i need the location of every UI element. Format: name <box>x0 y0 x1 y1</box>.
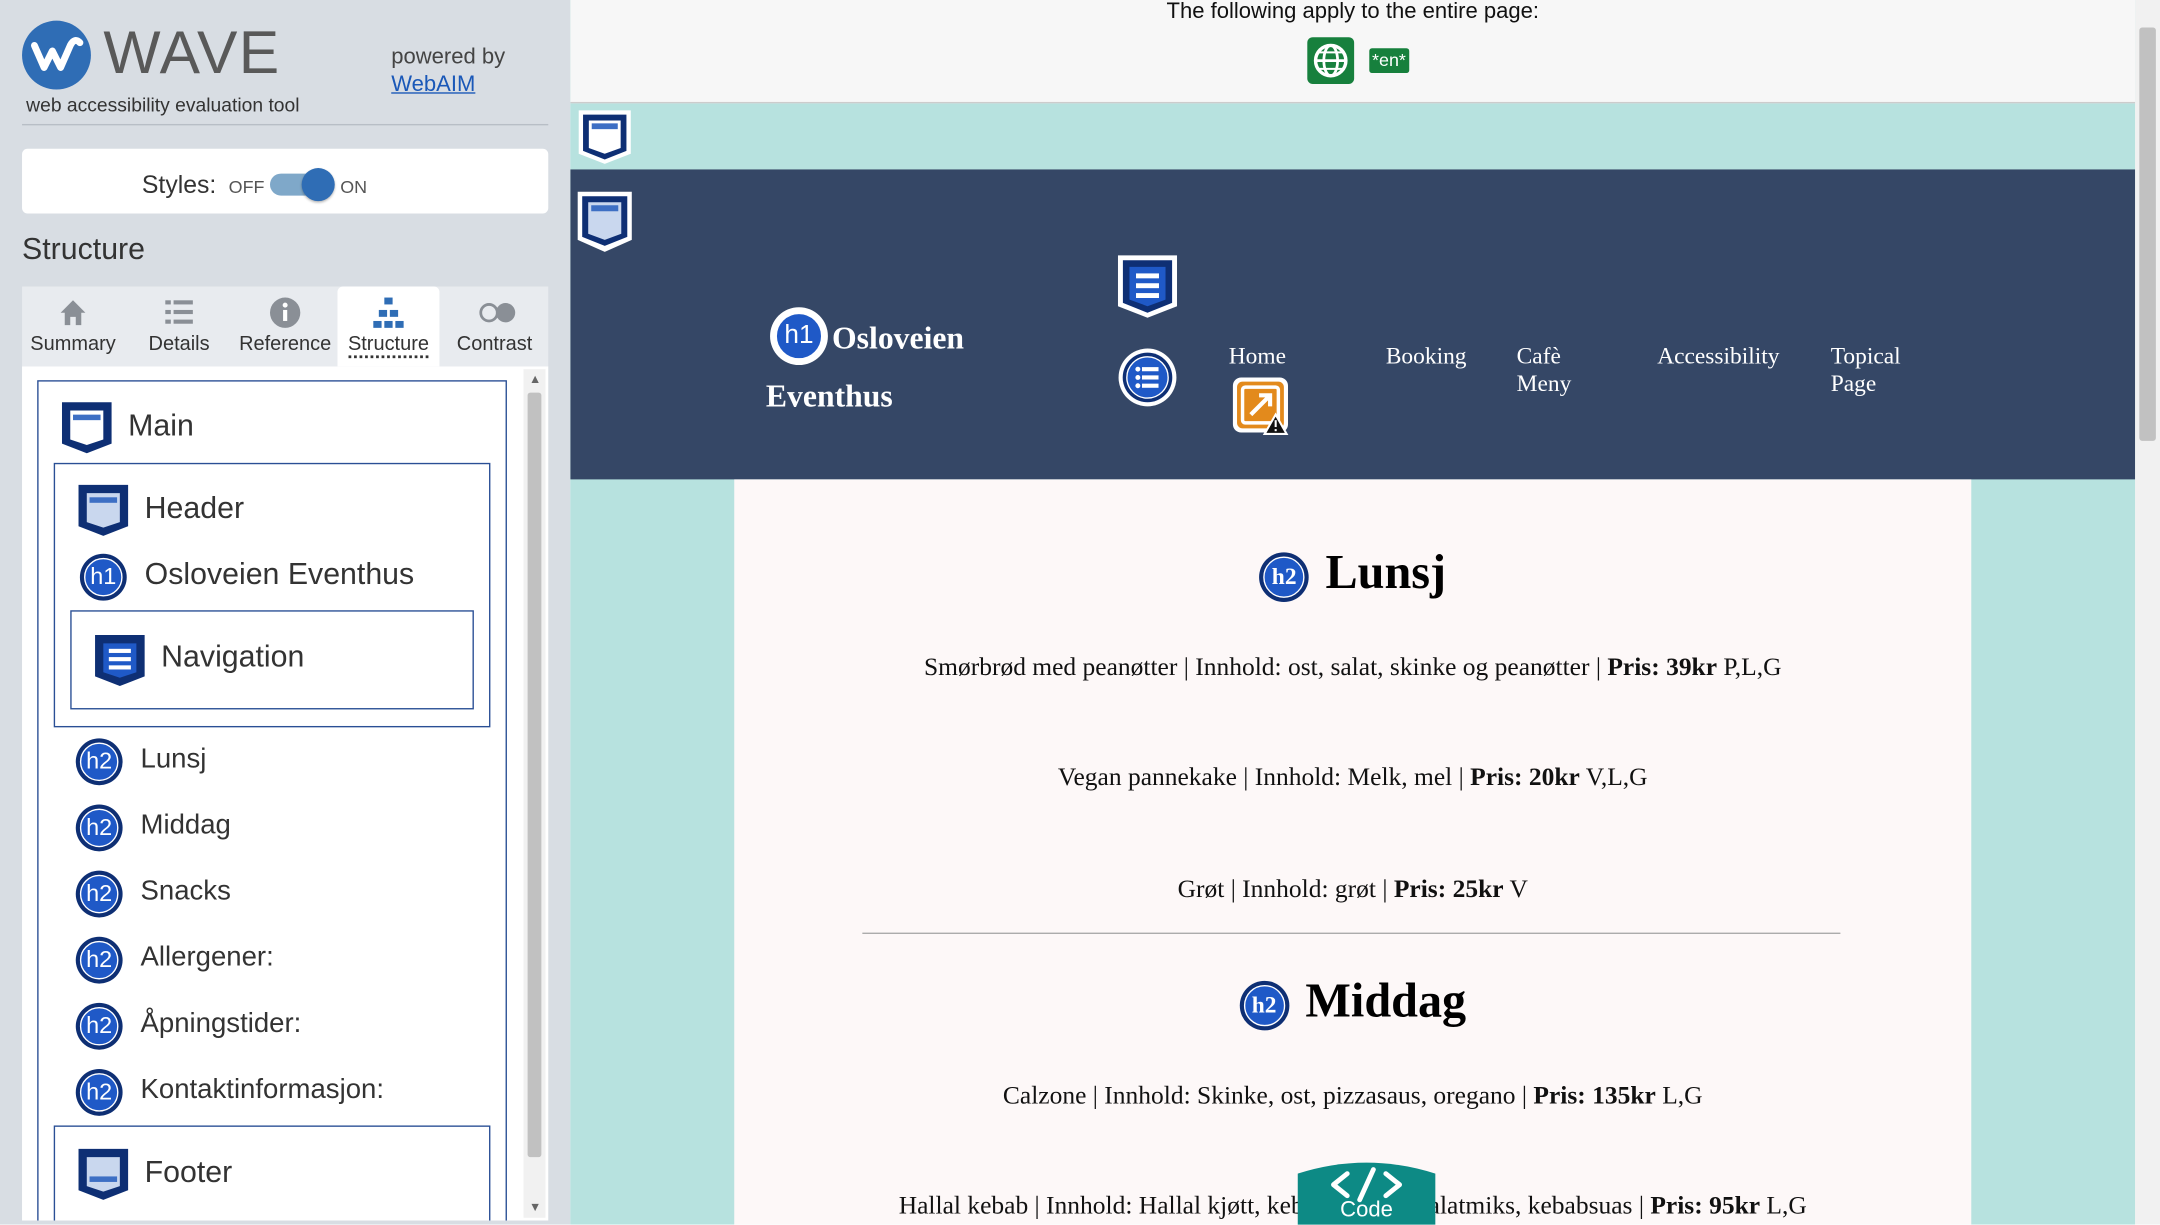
section-heading-middag: h2 Middag <box>734 973 1971 1031</box>
main-landmark-icon[interactable] <box>576 107 634 165</box>
h2-item[interactable]: Åpningstider: <box>141 1008 302 1040</box>
nav-topical-page[interactable]: Topical Page <box>1831 343 1901 398</box>
nav-topical-line-1: Topical <box>1830 343 1901 370</box>
h2-icon: h2 <box>75 804 123 852</box>
globe-icon[interactable] <box>1307 37 1355 85</box>
nav-topical-line-2: Page <box>1830 370 1877 397</box>
page-wide-text: The following apply to the entire page: <box>1166 0 1540 24</box>
h2-item[interactable]: Middag <box>141 810 231 842</box>
tab-label: Structure <box>347 333 429 359</box>
code-button-label: Code <box>1340 1198 1393 1222</box>
section-heading-lunsj: h2 Lunsj <box>734 546 1971 602</box>
footer-landmark-icon <box>78 1148 129 1200</box>
list-icon[interactable] <box>1118 348 1177 407</box>
footer-label: Footer <box>144 1154 233 1189</box>
section-title: Lunsj <box>1325 545 1447 600</box>
h2-icon: h2 <box>75 1068 123 1116</box>
nav-booking[interactable]: Booking <box>1386 343 1467 371</box>
h2-icon: h2 <box>75 1002 123 1050</box>
page-scrollbar-thumb[interactable] <box>2139 27 2156 441</box>
wave-logo-icon <box>22 20 91 90</box>
styles-toggle-panel: Styles: OFF ON <box>22 148 549 214</box>
h2-icon: h2 <box>75 870 123 918</box>
styles-label: Styles: <box>141 170 217 199</box>
main-landmark-icon <box>61 402 112 454</box>
tab-details[interactable]: Details <box>128 287 230 367</box>
h2-item[interactable]: Kontaktinformasjon: <box>141 1074 385 1106</box>
section-divider <box>862 932 1841 934</box>
header-landmark-icon[interactable] <box>574 189 635 255</box>
h1-item[interactable]: Osloveien Eventhus <box>145 557 415 593</box>
language-badge[interactable]: *en* <box>1369 48 1409 74</box>
contrast-icon <box>478 296 516 329</box>
tab-summary[interactable]: Summary <box>22 287 124 367</box>
menu-item: Smørbrød med peanøtter | Innhold: ost, s… <box>923 654 1782 682</box>
styles-on-label: ON <box>340 176 368 197</box>
nav-accessibility[interactable]: Accessibility <box>1657 343 1779 371</box>
nav-cafe-line-1: Cafè <box>1516 343 1561 370</box>
info-icon <box>269 296 302 329</box>
wave-sidebar: WAVE web accessibility evaluation tool p… <box>0 0 571 1225</box>
tab-contrast[interactable]: Contrast <box>444 287 546 367</box>
menu-item: Grøt | Innhold: grøt | Pris: 25kr V <box>1177 876 1528 904</box>
tab-label: Reference <box>239 333 332 356</box>
powered-by: powered by WebAIM <box>391 44 505 99</box>
nav-home[interactable]: Home <box>1229 343 1286 371</box>
panel-title: Structure <box>22 231 146 266</box>
page-wide-bar: The following apply to the entire page: … <box>570 0 2136 104</box>
structure-panel: Main Header h1 Osloveien Eventhus Naviga… <box>22 366 549 1221</box>
wave-tagline: web accessibility evaluation tool <box>26 93 300 116</box>
menu-content: h2 Lunsj Smørbrød med peanøtter | Innhold… <box>734 479 1972 1225</box>
main-label: Main <box>128 407 194 443</box>
scroll-down-icon[interactable]: ▼ <box>529 1200 541 1214</box>
structure-icon <box>372 296 405 329</box>
webaim-link[interactable]: WebAIM <box>391 72 505 100</box>
nav-cafe-meny[interactable]: Cafè Meny <box>1517 343 1572 398</box>
wave-tabs: Summary Details Reference Structure Cont… <box>22 286 549 367</box>
h2-item[interactable]: Lunsj <box>141 744 207 776</box>
evaluated-page: The following apply to the entire page: … <box>570 0 2136 1225</box>
tab-label: Summary <box>30 333 116 356</box>
h2-icon[interactable]: h2 <box>1259 552 1309 602</box>
list-icon <box>163 296 196 329</box>
tab-reference[interactable]: Reference <box>234 287 336 367</box>
navigation-label: Navigation <box>161 639 305 674</box>
header-label: Header <box>144 490 245 525</box>
panel-scrollbar-thumb[interactable] <box>527 392 542 1158</box>
menu-item: Calzone | Innhold: Skinke, ost, pizzasau… <box>1002 1082 1703 1111</box>
powered-by-label: powered by <box>391 45 506 69</box>
section-title: Middag <box>1305 973 1467 1028</box>
styles-toggle-knob[interactable] <box>301 168 335 202</box>
navigation-landmark-icon <box>95 635 145 687</box>
tab-label: Details <box>148 333 210 356</box>
divider <box>22 123 549 126</box>
site-header: Osloveien Eventhus h1 Home Booking Cafè … <box>570 169 2136 480</box>
header-landmark-icon <box>78 484 129 536</box>
tab-structure[interactable]: Structure <box>337 286 440 367</box>
nav-cafe-line-2: Meny <box>1516 370 1572 397</box>
h2-icon[interactable]: h2 <box>1239 980 1289 1031</box>
menu-item: Vegan pannekake | Innhold: Melk, mel | P… <box>1057 764 1648 793</box>
styles-off-label: OFF <box>228 176 265 197</box>
redundant-link-alert-icon[interactable] <box>1232 376 1293 437</box>
navigation-landmark-icon[interactable] <box>1114 252 1180 321</box>
h2-icon: h2 <box>75 738 123 786</box>
h2-item[interactable]: Snacks <box>141 876 231 908</box>
site-title-line-2: Eventhus <box>765 378 893 414</box>
scroll-up-icon[interactable]: ▲ <box>529 372 541 386</box>
h1-icon[interactable]: h1 <box>770 307 828 366</box>
h2-item[interactable]: Allergener: <box>141 942 274 974</box>
h1-icon: h1 <box>79 553 127 601</box>
home-icon <box>56 296 89 329</box>
h2-icon: h2 <box>75 936 123 984</box>
code-toggle-button[interactable]: Code <box>1297 1157 1436 1225</box>
tab-label: Contrast <box>456 333 533 356</box>
wave-logo-text: WAVE <box>103 19 281 87</box>
